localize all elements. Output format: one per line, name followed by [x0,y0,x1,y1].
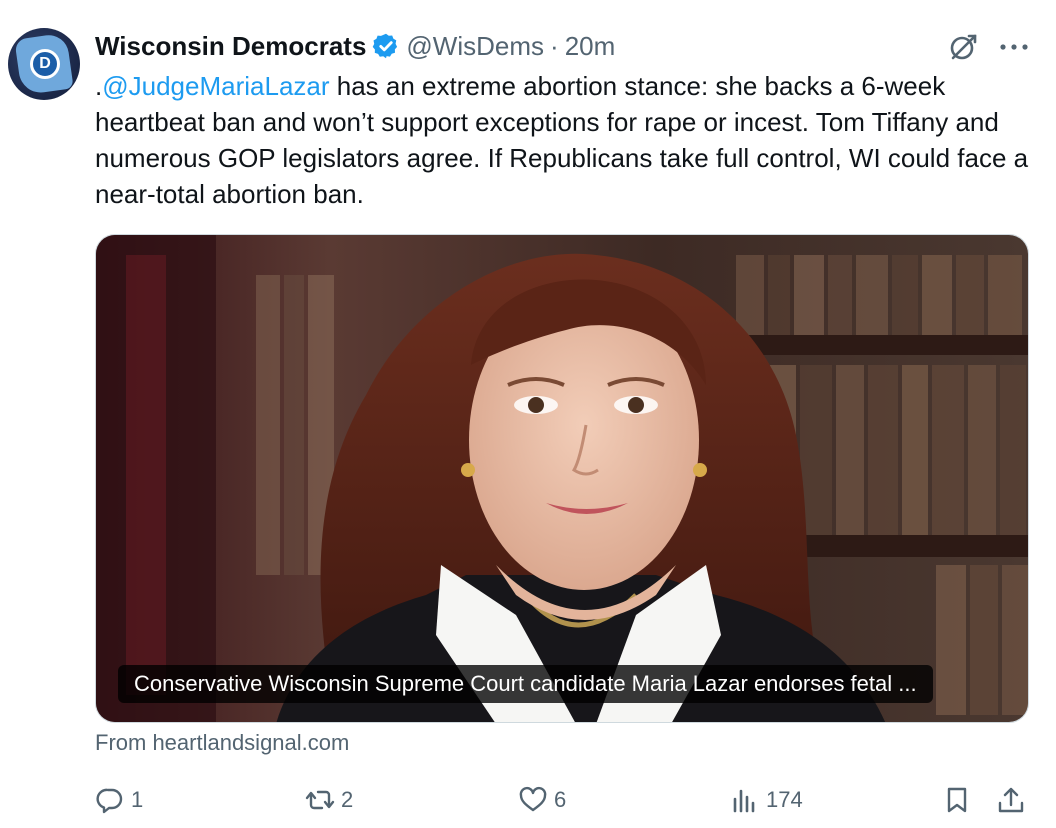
views-button[interactable]: 174 [730,780,803,820]
like-button[interactable]: 6 [518,780,566,820]
repost-button[interactable]: 2 [305,780,353,820]
action-bar: 1 2 6 174 [0,780,1056,820]
reply-count: 1 [131,787,144,812]
verified-badge-icon [373,33,398,59]
author-handle[interactable]: @WisDems [406,31,544,62]
bookmark-icon [947,787,967,813]
bookmark-button[interactable] [942,780,972,820]
like-count: 6 [554,787,567,812]
reply-button[interactable]: 1 [95,780,143,820]
repost-icon [305,790,335,810]
views-icon [733,789,755,813]
reply-icon [96,788,123,814]
views-count: 174 [766,787,803,812]
tweet-header: Wisconsin Democrats @WisDems · 20m [95,30,615,62]
repost-count: 2 [341,787,354,812]
tweet-text: .@JudgeMariaLazar has an extreme abortio… [95,68,1035,212]
democrat-logo: D [30,49,60,79]
more-icon[interactable] [996,30,1032,64]
like-icon [519,786,547,812]
mention-link[interactable]: @JudgeMariaLazar [102,71,329,101]
share-button[interactable] [996,780,1026,820]
portrait-image [96,235,1028,722]
link-card-caption[interactable]: Conservative Wisconsin Supreme Court can… [118,665,933,703]
grok-icon[interactable] [946,30,980,64]
timestamp[interactable]: 20m [565,31,616,62]
share-icon [998,787,1024,813]
avatar[interactable]: D [8,28,80,100]
separator-dot: · [550,30,559,61]
link-source[interactable]: From heartlandsignal.com [95,730,349,756]
link-card-image[interactable] [95,234,1029,723]
author-name[interactable]: Wisconsin Democrats [95,31,366,62]
